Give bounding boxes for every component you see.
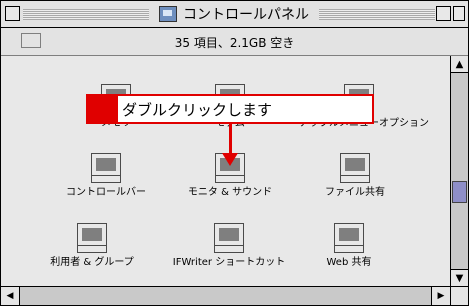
scroll-thumb[interactable] [452, 181, 467, 203]
ifwriter-shortcut-icon[interactable] [214, 223, 244, 253]
scroll-up-arrow-icon[interactable]: ▲ [451, 56, 468, 73]
icon-label: 利用者 & グループ [50, 257, 134, 268]
scroll-left-arrow-icon[interactable]: ◀ [1, 287, 20, 305]
callout-box: ダブルクリックします [86, 94, 374, 124]
file-sharing-icon[interactable] [340, 153, 370, 183]
scroll-down-arrow-icon[interactable]: ▼ [451, 269, 468, 286]
callout-arrow-line [229, 124, 232, 156]
web-sharing-icon[interactable] [334, 223, 364, 253]
arrow-down-icon [222, 153, 238, 166]
vertical-scrollbar[interactable]: ▲ ▼ [450, 56, 468, 286]
icon-label: IFWriter ショートカット [172, 257, 286, 268]
icon-label: ファイル共有 [325, 187, 385, 198]
window-title: コントロールパネル [149, 4, 319, 24]
callout-red-block [88, 96, 118, 122]
icon-label: モニタ & サウンド [187, 187, 273, 198]
icon-label: Web 共有 [326, 257, 372, 268]
zoom-box-icon[interactable] [436, 6, 451, 21]
disk-space-info: 35 項目、2.1GB 空き [174, 36, 295, 50]
icon-item-users-groups[interactable]: 利用者 & グループ [32, 223, 152, 269]
info-bar: 35 項目、2.1GB 空き [1, 28, 468, 56]
window-title-text: コントロールパネル [183, 7, 309, 23]
icon-item-ifwriter-shortcut[interactable]: IFWriter ショートカット [169, 223, 289, 269]
folder-icon [159, 6, 177, 22]
icon-item-control-bar[interactable]: コントロールバー [46, 153, 166, 199]
close-box-icon[interactable] [5, 6, 20, 21]
resize-grow-box[interactable] [450, 286, 468, 305]
control-panel-window: コントロールパネル 35 項目、2.1GB 空き メモリ モデム アップルメニュ… [0, 0, 469, 306]
title-bar[interactable]: コントロールパネル [1, 1, 468, 28]
icon-item-web-sharing[interactable]: Web 共有 [289, 223, 409, 269]
horizontal-scrollbar[interactable]: ◀ ▶ [1, 286, 450, 305]
collapse-box-icon[interactable] [453, 6, 465, 21]
control-bar-icon[interactable] [91, 153, 121, 183]
callout-text: ダブルクリックします [122, 101, 273, 119]
scroll-right-arrow-icon[interactable]: ▶ [431, 287, 450, 305]
users-groups-icon[interactable] [77, 223, 107, 253]
icon-label: コントロールバー [66, 187, 146, 198]
icon-item-file-sharing[interactable]: ファイル共有 [295, 153, 415, 199]
